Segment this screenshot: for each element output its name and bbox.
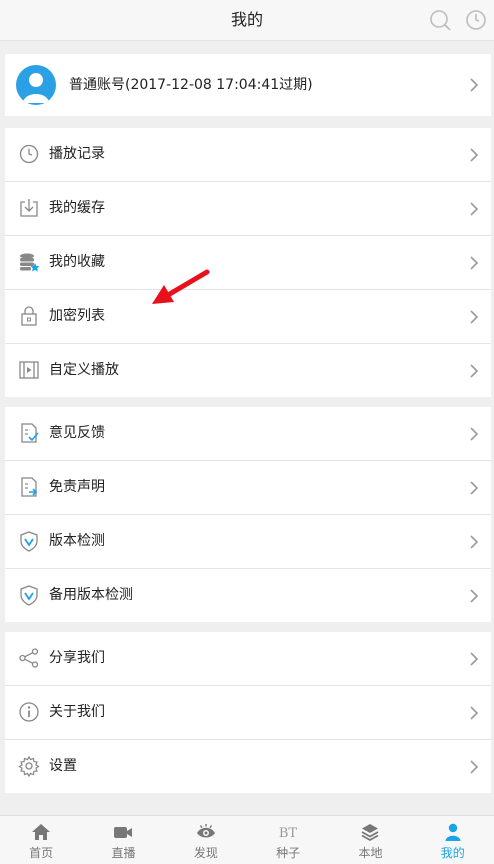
home-icon [32,824,51,840]
menu-item-label: 自定义播放 [49,362,119,378]
tab-local[interactable]: 本地 [329,816,411,864]
menu-item-label: 加密列表 [49,308,105,324]
bt-icon-text: BT [279,826,298,841]
chevron-right-icon [470,589,479,603]
tab-bt-seeds[interactable]: BT 种子 [247,816,329,864]
menu-item-backup-version-check[interactable]: 备用版本检测 [5,569,491,622]
chevron-right-icon [470,202,479,216]
top-bar: 我的 [0,0,494,41]
tab-label: 本地 [358,846,383,860]
bottom-tab-bar: 首页 直播 发现 BT 种子 本地 我的 [0,815,494,864]
menu-group-1: 播放记录 我的缓存 我的收藏 加密列表 自定义播放 [5,128,491,397]
lock-icon [21,306,37,326]
tab-mine[interactable]: 我的 [412,816,494,864]
tab-label: 发现 [193,846,218,860]
menu-group-2: 意见反馈 免责声明 版本检测 备用版本检测 [5,407,491,622]
eye-icon [196,824,215,838]
shield-v-icon [20,585,38,606]
chevron-right-icon [470,310,479,324]
user-avatar-icon [23,73,49,103]
chevron-right-icon [470,364,479,378]
search-icon[interactable] [428,8,452,32]
info-icon [19,702,39,722]
history-clock-icon[interactable] [464,8,488,32]
user-icon [445,823,461,841]
menu-item-label: 版本检测 [49,533,105,549]
menu-item-version-check[interactable]: 版本检测 [5,515,491,569]
chevron-right-icon [470,706,479,720]
shield-v-icon [20,531,38,552]
menu-item-my-favorites[interactable]: 我的收藏 [5,236,491,290]
menu-item-custom-play[interactable]: 自定义播放 [5,344,491,397]
menu-item-label: 我的收藏 [49,254,105,270]
download-icon [20,199,38,217]
document-share-icon [21,477,38,497]
tab-label: 首页 [29,846,54,860]
chevron-right-icon [470,427,479,441]
account-status: 普通账号(2017-12-08 17:04:41过期) [69,77,313,93]
menu-item-label: 意见反馈 [49,425,105,441]
layers-icon [362,824,379,842]
clock-icon [19,144,39,164]
menu-item-label: 备用版本检测 [49,587,133,603]
bt-icon: BT [279,826,298,841]
tab-live[interactable]: 直播 [82,816,164,864]
document-check-icon [21,423,39,443]
menu-item-settings[interactable]: 设置 [5,740,491,793]
tab-label: 直播 [111,846,136,860]
gear-icon [18,755,40,777]
menu-item-play-history[interactable]: 播放记录 [5,128,491,182]
film-play-icon [19,361,39,379]
profile-row[interactable]: 普通账号(2017-12-08 17:04:41过期) [5,54,491,116]
chevron-right-icon [470,148,479,162]
tab-discover[interactable]: 发现 [165,816,247,864]
menu-item-about-us[interactable]: 关于我们 [5,686,491,740]
menu-item-label: 免责声明 [49,479,105,495]
chevron-right-icon [470,760,479,774]
menu-item-label: 我的缓存 [49,200,105,216]
chevron-right-icon [470,256,479,270]
menu-item-feedback[interactable]: 意见反馈 [5,407,491,461]
menu-item-label: 关于我们 [49,704,105,720]
menu-item-encrypted-list[interactable]: 加密列表 [5,290,491,344]
tab-label: 种子 [276,846,301,860]
menu-group-3: 分享我们 关于我们 设置 [5,632,491,793]
menu-item-share-us[interactable]: 分享我们 [5,632,491,686]
chevron-right-icon [470,535,479,549]
profile-card[interactable]: 普通账号(2017-12-08 17:04:41过期) [5,54,491,116]
video-camera-icon [114,827,133,838]
share-icon [19,648,39,668]
menu-item-label: 播放记录 [49,146,105,162]
menu-item-my-cache[interactable]: 我的缓存 [5,182,491,236]
database-star-icon [20,253,40,272]
chevron-right-icon [470,652,479,666]
tab-home[interactable]: 首页 [0,816,82,864]
menu-item-disclaimer[interactable]: 免责声明 [5,461,491,515]
chevron-right-icon [470,481,479,495]
avatar [16,65,56,105]
menu-item-label: 设置 [49,758,77,774]
page-title: 我的 [230,10,263,29]
tab-label: 我的 [440,846,465,860]
chevron-right-icon [470,78,479,92]
annotation-arrow-icon [152,269,210,304]
menu-item-label: 分享我们 [49,650,105,666]
